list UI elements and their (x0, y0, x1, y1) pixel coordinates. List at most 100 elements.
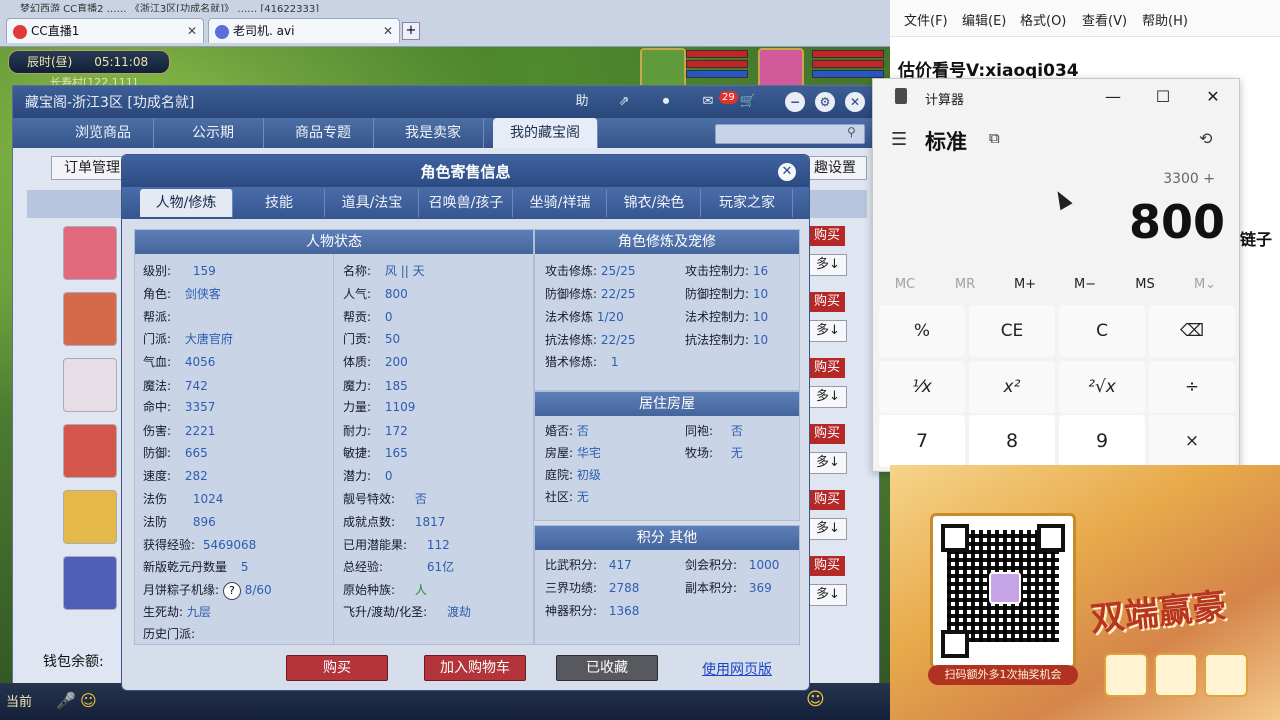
help-icon[interactable]: ? (222, 582, 241, 600)
backspace-button[interactable]: ⌫ (1149, 305, 1235, 357)
close-button[interactable]: ✕ (1193, 83, 1233, 111)
stat-value: 人 (414, 583, 427, 597)
list-avatar[interactable] (63, 358, 117, 412)
emoji-icon[interactable]: ☺ (80, 691, 97, 710)
add-to-cart-button[interactable]: 加入购物车 (424, 655, 526, 681)
keep-on-top-icon[interactable]: ⧉ (989, 129, 1000, 147)
record-icon[interactable]: ⏺ (655, 92, 677, 112)
tab-my-treasure[interactable]: 我的藏宝阁 (493, 118, 598, 148)
digit-7-button[interactable]: 7 (879, 415, 965, 467)
close-icon[interactable]: ✕ (187, 19, 197, 43)
buy-button[interactable]: 购买 (286, 655, 388, 681)
chat-channel[interactable]: 当前 (6, 691, 32, 710)
list-avatar[interactable] (63, 490, 117, 544)
browser-tab-video[interactable]: 老司机. avi ✕ (208, 18, 400, 43)
cart-icon[interactable]: 🛒 (737, 92, 759, 112)
new-tab-button[interactable]: + (402, 22, 420, 40)
prize-item-icon (1154, 653, 1198, 697)
web-version-link[interactable]: 使用网页版 (702, 659, 772, 679)
search-input[interactable] (715, 124, 865, 144)
list-avatar[interactable] (63, 424, 117, 478)
list-buy-button[interactable]: 购买 (809, 556, 845, 576)
menu-file[interactable]: 文件(F) (904, 10, 948, 29)
list-buy-button[interactable]: 购买 (809, 226, 845, 246)
house-value: 无 (576, 490, 589, 504)
memory-subtract-button[interactable]: M− (1055, 277, 1115, 292)
menu-edit[interactable]: 编辑(E) (962, 10, 1006, 29)
square-button[interactable]: x² (969, 361, 1055, 413)
menu-help[interactable]: 帮助(H) (1142, 10, 1188, 29)
memory-store-button[interactable]: MS (1115, 277, 1175, 292)
qr-code[interactable] (930, 513, 1076, 669)
tab-home[interactable]: 玩家之家 (702, 189, 793, 217)
interest-settings-button[interactable]: 趣设置 (803, 156, 867, 180)
list-buy-button[interactable]: 购买 (809, 292, 845, 312)
clear-button[interactable]: C (1059, 305, 1145, 357)
list-more-button[interactable]: 多↓ (809, 452, 847, 474)
browser-tab-label: 老司机. avi (233, 24, 295, 38)
menu-format[interactable]: 格式(O) (1020, 10, 1066, 29)
divide-button[interactable]: ÷ (1149, 361, 1235, 413)
multiply-button[interactable]: × (1149, 415, 1235, 467)
collected-button[interactable]: 已收藏 (556, 655, 658, 681)
reciprocal-button[interactable]: ¹⁄x (879, 361, 965, 413)
settings-icon[interactable]: ⚙ (815, 92, 835, 112)
stat-label: 力量: (343, 400, 372, 414)
percent-button[interactable]: % (879, 305, 965, 357)
history-icon[interactable]: ⟲ (1199, 129, 1212, 148)
digit-9-button[interactable]: 9 (1059, 415, 1145, 467)
tab-topics[interactable]: 商品专题 (273, 118, 374, 148)
list-buy-button[interactable]: 购买 (809, 424, 845, 444)
tab-public[interactable]: 公示期 (163, 118, 264, 148)
tab-mounts[interactable]: 坐骑/祥瑞 (514, 189, 607, 217)
list-buy-button[interactable]: 购买 (809, 490, 845, 510)
list-more-button[interactable]: 多↓ (809, 518, 847, 540)
hamburger-menu-icon[interactable]: ☰ (891, 129, 907, 150)
message-icon[interactable]: ✉ (697, 92, 719, 112)
browser-tab-cc1[interactable]: CC直播1 ✕ (6, 18, 204, 43)
list-buy-button[interactable]: 购买 (809, 358, 845, 378)
share-icon[interactable]: ⇗ (613, 92, 635, 112)
stat-label: 魔力: (343, 379, 372, 393)
list-more-button[interactable]: 多↓ (809, 320, 847, 342)
minimize-button[interactable]: — (1093, 83, 1133, 111)
list-avatar[interactable] (63, 226, 117, 280)
menu-view[interactable]: 查看(V) (1082, 10, 1127, 29)
notepad-text-line[interactable]: 链子 (1240, 226, 1272, 250)
memory-add-button[interactable]: M+ (995, 277, 1055, 292)
promo-banner[interactable]: 扫码额外多1次抽奖机会 双端赢豪 (890, 465, 1280, 720)
tab-skills[interactable]: 技能 (234, 189, 325, 217)
clear-entry-button[interactable]: CE (969, 305, 1055, 357)
list-avatar[interactable] (63, 556, 117, 610)
search-icon[interactable]: ⚲ (847, 125, 856, 139)
emoji-icon[interactable]: ☺ (806, 689, 825, 710)
memory-list-button[interactable]: M⌄ (1175, 277, 1235, 292)
tab-seller[interactable]: 我是卖家 (383, 118, 484, 148)
browser-top-strip: 梦幻西游 CC直播2 …… 《浙江3区[功成名就]》 …… [41622333] (20, 4, 320, 12)
sqrt-button[interactable]: ²√x (1059, 361, 1145, 413)
microphone-icon[interactable]: 🎤 (56, 691, 76, 710)
tab-pets[interactable]: 召唤兽/孩子 (420, 189, 513, 217)
tab-outfits[interactable]: 锦衣/染色 (608, 189, 701, 217)
stat-value: 渡劫 (446, 605, 471, 619)
minimize-button[interactable]: − (785, 92, 805, 112)
stat-value: 1817 (414, 515, 446, 529)
tab-browse[interactable]: 浏览商品 (53, 118, 154, 148)
hp-bar (812, 50, 884, 58)
stat-value: 3357 (184, 400, 216, 414)
maximize-button[interactable]: ☐ (1143, 83, 1183, 111)
list-avatar[interactable] (63, 292, 117, 346)
close-button[interactable]: ✕ (845, 92, 865, 112)
list-more-button[interactable]: 多↓ (809, 386, 847, 408)
close-icon[interactable]: ✕ (383, 19, 393, 43)
list-more-button[interactable]: 多↓ (809, 584, 847, 606)
memory-recall-button[interactable]: MR (935, 277, 995, 292)
tab-items[interactable]: 道具/法宝 (326, 189, 419, 217)
close-icon[interactable]: ✕ (778, 163, 796, 181)
memory-clear-button[interactable]: MC (875, 277, 935, 292)
digit-8-button[interactable]: 8 (969, 415, 1055, 467)
help-button[interactable]: 助 (571, 92, 593, 112)
tab-character[interactable]: 人物/修炼 (140, 189, 233, 217)
points-label: 比武积分: (545, 558, 598, 572)
list-more-button[interactable]: 多↓ (809, 254, 847, 276)
